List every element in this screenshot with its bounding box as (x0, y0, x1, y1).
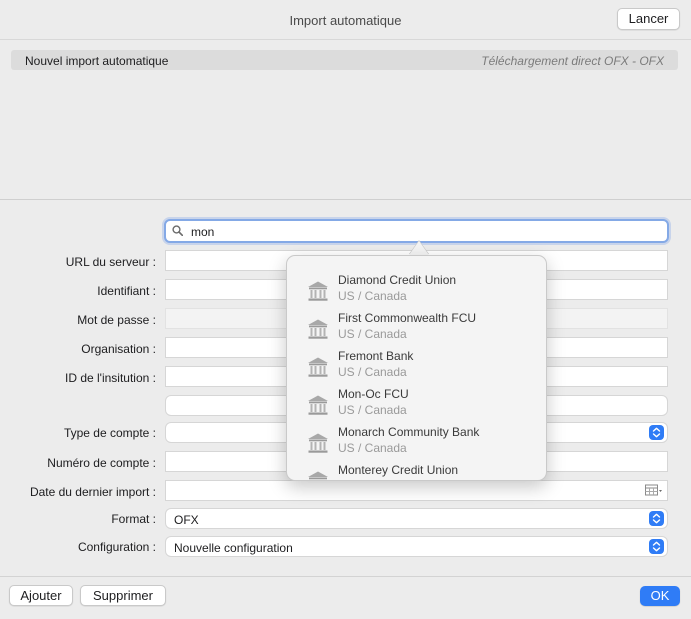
configuration-label: Configuration : (77, 540, 156, 554)
import-window: Import automatique Lancer Nouvel import … (0, 0, 691, 619)
format-value: OFX (174, 513, 199, 527)
bank-search-field[interactable]: mon (164, 219, 669, 243)
bank-region: US / Canada (338, 327, 407, 341)
bank-building-icon (308, 395, 328, 415)
bank-region: US / Canada (338, 403, 407, 417)
identifier-label: Identifiant : (97, 284, 156, 298)
bank-result-item[interactable]: Monarch Community Bank US / Canada (287, 421, 546, 459)
server-url-label: URL du serveur : (65, 255, 156, 269)
bank-region: US / Canada (338, 441, 407, 455)
last-import-date-input[interactable] (165, 480, 668, 501)
bank-name: Monarch Community Bank (338, 425, 480, 439)
window-title: Import automatique (289, 13, 402, 28)
up-down-chevron-icon (649, 511, 664, 526)
configuration-value: Nouvelle configuration (174, 541, 293, 555)
bank-building-icon (308, 319, 328, 339)
bank-result-item[interactable]: Fremont Bank US / Canada (287, 345, 546, 383)
format-label: Format : (111, 512, 156, 526)
list-item-name: Nouvel import automatique (25, 54, 169, 68)
bank-name: Diamond Credit Union (338, 273, 457, 287)
bank-building-icon (308, 471, 328, 480)
bank-building-icon (308, 357, 328, 377)
organisation-label: Organisation : (81, 342, 156, 356)
list-item-type: Téléchargement direct OFX - OFX (481, 54, 664, 68)
bank-name: Monterey Credit Union (338, 463, 459, 477)
up-down-chevron-icon (649, 425, 664, 440)
magnifier-icon (172, 225, 183, 236)
bank-result-item[interactable]: Monterey Credit Union US / Canada (287, 459, 546, 480)
bank-building-icon (308, 281, 328, 301)
bank-results-popover: Diamond Credit Union US / Canada First C… (286, 255, 547, 481)
search-query: mon (191, 225, 215, 239)
bank-region: US / Canada (338, 365, 407, 379)
bank-name: Mon-Oc FCU (338, 387, 409, 401)
bank-building-icon (308, 433, 328, 453)
up-down-chevron-icon (649, 539, 664, 554)
launch-button[interactable]: Lancer (617, 8, 680, 30)
bank-result-item[interactable]: First Commonwealth FCU US / Canada (287, 307, 546, 345)
calendar-icon[interactable] (645, 484, 663, 497)
list-item[interactable]: Nouvel import automatique Téléchargement… (11, 50, 678, 70)
bank-name: Fremont Bank (338, 349, 414, 363)
delete-button[interactable]: Supprimer (80, 585, 166, 606)
password-label: Mot de passe : (77, 313, 156, 327)
ok-button[interactable]: OK (640, 586, 680, 606)
bank-region: US / Canada (338, 479, 407, 480)
last-import-label: Date du dernier import : (29, 485, 156, 499)
bank-region: US / Canada (338, 289, 407, 303)
configuration-select[interactable]: Nouvelle configuration (165, 536, 668, 557)
bank-name: First Commonwealth FCU (338, 311, 477, 325)
bank-result-item[interactable]: Mon-Oc FCU US / Canada (287, 383, 546, 421)
add-button[interactable]: Ajouter (9, 585, 73, 606)
account-number-label: Numéro de compte : (47, 456, 156, 470)
account-type-label: Type de compte : (63, 426, 156, 440)
import-list: Nouvel import automatique Téléchargement… (0, 41, 691, 200)
format-select[interactable]: OFX (165, 508, 668, 529)
bank-result-item[interactable]: Diamond Credit Union US / Canada (287, 269, 546, 307)
popover-arrow (409, 241, 429, 255)
institution-id-label: ID de l'insitution : (64, 371, 156, 385)
title-bar: Import automatique Lancer (0, 0, 691, 40)
